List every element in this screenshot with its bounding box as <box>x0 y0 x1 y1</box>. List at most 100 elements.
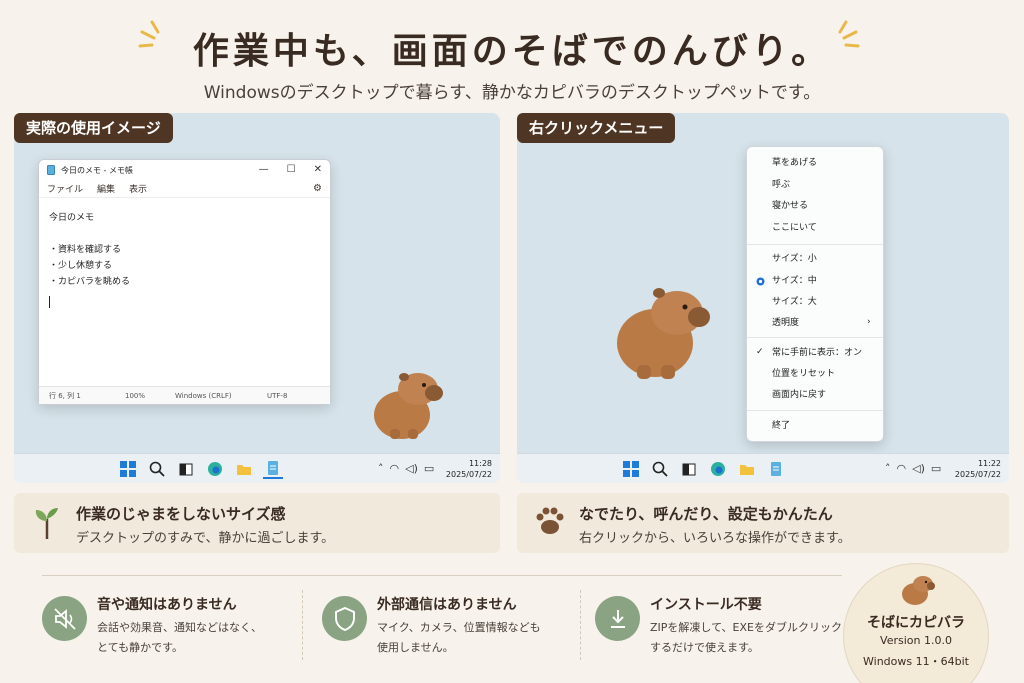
notepad-title: 今日のメモ - メモ帳 <box>61 165 133 175</box>
clock-time: 11:22 <box>977 459 1001 468</box>
submenu-chevron-right-icon: › <box>867 317 871 327</box>
radio-selected-icon <box>756 277 765 286</box>
tray-chevron-up-icon[interactable]: ˄ <box>885 462 891 475</box>
volume-icon[interactable]: ◁) <box>405 462 418 475</box>
maximize-icon[interactable]: ☐ <box>287 164 296 175</box>
notepad-taskbar-icon[interactable] <box>263 459 283 479</box>
text-cursor <box>49 296 50 308</box>
download-icon <box>595 596 640 641</box>
controls-feature-card: なでたり、呼んだり、設定もかんたん 右クリックから、いろいろな操作ができます。 <box>517 493 1009 553</box>
edge-browser-icon[interactable] <box>708 459 728 479</box>
menu-item-size-small[interactable]: サイズ：小 <box>772 250 817 268</box>
notepad-menubar: ファイル 編集 表示 ⚙ <box>39 180 330 198</box>
notepad-window[interactable]: 今日のメモ - メモ帳 — ☐ ✕ ファイル 編集 表示 ⚙ 今日のメモ ・資料… <box>38 159 331 405</box>
windows-start-icon[interactable] <box>621 459 641 479</box>
feature-description: 会話や効果音、通知などはなく、 とても静かです。 <box>97 621 262 654</box>
feature-divider <box>302 590 303 660</box>
status-position: 行 6, 列 1 <box>49 391 81 400</box>
menu-separator <box>747 410 883 411</box>
size-feature-card: 作業のじゃまをしないサイズ感 デスクトップのすみで、静かに過ごします。 <box>14 493 500 553</box>
sprout-icon <box>35 508 58 539</box>
feature-no-network: 外部通信はありません マイク、カメラ、位置情報なども 使用しません。 <box>322 590 572 670</box>
menu-item-return-to-screen[interactable]: 画面内に戻す <box>772 386 826 404</box>
task-view-icon[interactable] <box>176 459 196 479</box>
search-icon[interactable] <box>147 459 167 479</box>
context-menu-preview: 草をあげる 呼ぶ 寝かせる ここにいて サイズ：小 サイズ：中 サイズ：大 透明… <box>517 113 1009 483</box>
menu-item-always-on-top[interactable]: 常に手前に表示：オン <box>772 344 862 362</box>
capybara-logo-icon <box>902 576 935 605</box>
menu-item-opacity[interactable]: 透明度 <box>772 314 799 332</box>
feature-no-sound: 音や通知はありません 会話や効果音、通知などはなく、 とても静かです。 <box>42 590 292 670</box>
task-view-icon[interactable] <box>679 459 699 479</box>
clock-time: 11:28 <box>468 459 492 468</box>
windows-start-icon[interactable] <box>118 459 138 479</box>
app-platform: Windows 11・64bit <box>863 655 969 668</box>
shield-icon <box>322 596 367 641</box>
notepad-statusbar: 行 6, 列 1 100% Windows (CRLF) UTF-8 <box>39 386 330 404</box>
menu-item-feed-grass[interactable]: 草をあげる <box>772 154 817 172</box>
notepad-taskbar-icon[interactable] <box>766 459 786 479</box>
taskbar-clock[interactable]: 11:28 2025/07/22 <box>446 458 492 480</box>
menu-separator <box>747 244 883 245</box>
volume-icon[interactable]: ◁) <box>912 462 925 475</box>
capybara-pet-large[interactable] <box>613 277 715 381</box>
status-encoding: UTF-8 <box>267 391 288 400</box>
section-divider <box>42 575 842 576</box>
menu-item-size-large[interactable]: サイズ：大 <box>772 293 817 311</box>
context-menu-tag: 右クリックメニュー <box>517 113 676 143</box>
app-version: Version 1.0.0 <box>880 634 952 647</box>
note-line: ・カピバラを眺める <box>49 277 131 287</box>
edge-browser-icon[interactable] <box>205 459 225 479</box>
taskbar-clock[interactable]: 11:22 2025/07/22 <box>955 458 1001 480</box>
wifi-icon[interactable]: ◠ <box>897 462 907 475</box>
close-icon[interactable]: ✕ <box>314 164 322 175</box>
card-title: 作業のじゃまをしないサイズ感 <box>76 505 286 523</box>
paw-icon <box>536 507 564 534</box>
pet-context-menu: 草をあげる 呼ぶ 寝かせる ここにいて サイズ：小 サイズ：中 サイズ：大 透明… <box>746 146 884 442</box>
status-zoom: 100% <box>125 391 146 400</box>
feature-divider <box>580 590 581 660</box>
search-icon[interactable] <box>650 459 670 479</box>
menu-item-call[interactable]: 呼ぶ <box>772 176 790 194</box>
battery-icon[interactable]: ▭ <box>931 462 941 475</box>
menu-item-size-medium[interactable]: サイズ：中 <box>772 272 817 290</box>
menu-item-sleep[interactable]: 寝かせる <box>772 197 808 215</box>
file-explorer-icon[interactable] <box>234 459 254 479</box>
card-description: 右クリックから、いろいろな操作ができます。 <box>579 531 851 546</box>
notepad-app-icon <box>47 165 55 175</box>
notepad-titlebar[interactable]: 今日のメモ - メモ帳 — ☐ ✕ <box>39 160 330 180</box>
battery-icon[interactable]: ▭ <box>424 462 434 475</box>
feature-description: ZIPを解凍して、EXEをダブルクリック するだけで使えます。 <box>650 621 842 654</box>
sparkle-right-icon <box>838 20 860 48</box>
menu-item-stay-here[interactable]: ここにいて <box>772 219 817 237</box>
capybara-pet-small[interactable] <box>368 363 448 443</box>
wifi-icon[interactable]: ◠ <box>390 462 400 475</box>
clock-date: 2025/07/22 <box>954 470 1001 479</box>
feature-no-install: インストール不要 ZIPを解凍して、EXEをダブルクリック するだけで使えます。 <box>595 590 845 670</box>
feature-title: 音や通知はありません <box>97 597 237 613</box>
note-line: ・資料を確認する <box>49 245 122 255</box>
minimize-icon[interactable]: — <box>259 164 269 175</box>
clock-date: 2025/07/22 <box>445 470 492 479</box>
note-line: ・少し休憩する <box>49 261 113 271</box>
feature-title: 外部通信はありません <box>377 597 517 613</box>
menu-item-quit[interactable]: 終了 <box>772 417 790 435</box>
notepad-text-area[interactable]: 今日のメモ ・資料を確認する ・少し休憩する ・カピバラを眺める <box>39 198 330 320</box>
feature-title: インストール不要 <box>650 597 762 613</box>
file-explorer-icon[interactable] <box>737 459 757 479</box>
menu-file[interactable]: ファイル <box>47 182 83 195</box>
settings-gear-icon[interactable]: ⚙ <box>313 183 322 194</box>
tray-chevron-up-icon[interactable]: ˄ <box>378 462 384 475</box>
page-subtitle: Windowsのデスクトップで暮らす、静かなカピバラのデスクトップペットです。 <box>203 83 821 103</box>
menu-edit[interactable]: 編集 <box>97 182 115 195</box>
menu-view[interactable]: 表示 <box>129 182 147 195</box>
card-title: なでたり、呼んだり、設定もかんたん <box>579 505 833 523</box>
app-name: そばにカピバラ <box>867 615 965 631</box>
taskbar: ˄ ◠ ◁) ▭ 11:28 2025/07/22 <box>14 453 500 483</box>
checkmark-icon: ✓ <box>756 347 764 357</box>
feature-description: マイク、カメラ、位置情報なども 使用しません。 <box>377 621 541 654</box>
usage-image-tag: 実際の使用イメージ <box>14 113 173 143</box>
menu-item-reset-position[interactable]: 位置をリセット <box>772 365 835 383</box>
menu-separator <box>747 337 883 338</box>
taskbar: ˄ ◠ ◁) ▭ 11:22 2025/07/22 <box>517 453 1009 483</box>
